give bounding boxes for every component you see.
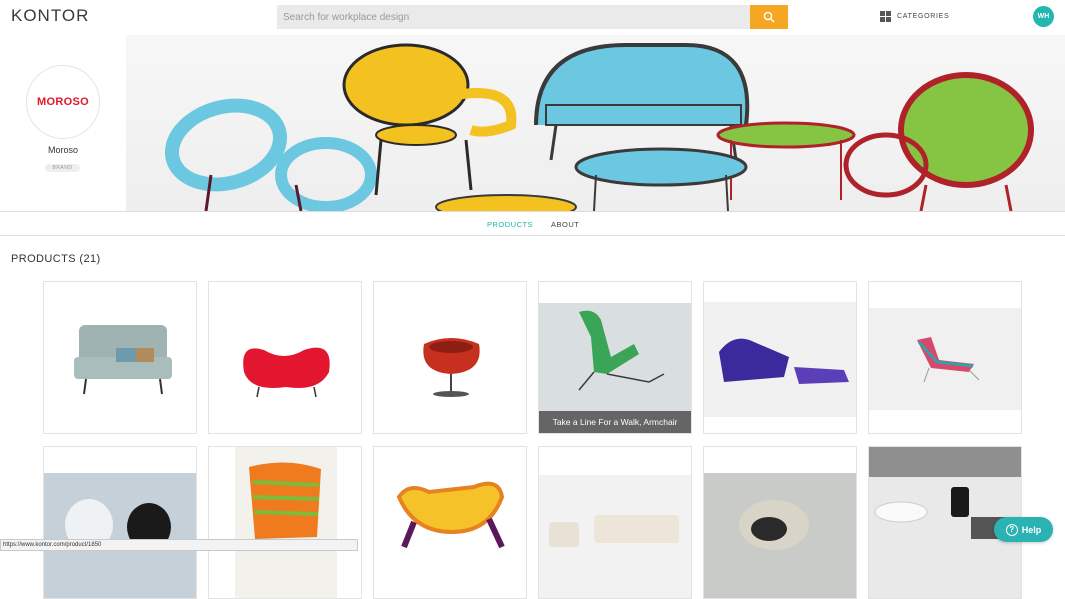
brand-logo-text: MOROSO [37, 96, 89, 108]
product-card[interactable] [703, 281, 857, 434]
product-image [423, 338, 480, 397]
tabs-bar: PRODUCTS ABOUT [0, 211, 1065, 236]
search-button[interactable] [750, 5, 788, 29]
top-bar: KONTOR CATEGORIES WH [0, 0, 1065, 35]
product-card[interactable] [868, 281, 1022, 434]
product-image [396, 481, 505, 549]
product-image [235, 447, 337, 598]
tab-about[interactable]: ABOUT [551, 220, 579, 229]
product-card-hovered[interactable]: Take a Line For a Walk, Armchair [538, 281, 692, 434]
help-icon: ? [1005, 523, 1018, 536]
product-card[interactable] [208, 446, 362, 599]
help-label: Help [1021, 524, 1042, 535]
brand-badge: BRAND [45, 164, 80, 172]
product-image [44, 473, 196, 598]
product-card[interactable] [208, 281, 362, 434]
brand-logo: MOROSO [26, 65, 100, 139]
product-card[interactable] [538, 446, 692, 599]
categories-menu[interactable]: CATEGORIES [880, 11, 949, 22]
product-card[interactable] [373, 446, 527, 599]
product-image [869, 308, 1021, 410]
product-card[interactable] [43, 446, 197, 599]
brand-name: Moroso [47, 145, 78, 155]
product-card[interactable] [43, 281, 197, 434]
grid-icon [880, 11, 891, 22]
product-caption: Take a Line For a Walk, Armchair [539, 411, 691, 433]
categories-label: CATEGORIES [897, 13, 950, 20]
product-image [243, 347, 330, 398]
tab-products[interactable]: PRODUCTS [487, 220, 533, 229]
search-input[interactable] [277, 5, 751, 29]
product-image [539, 475, 691, 598]
product-card[interactable] [703, 446, 857, 599]
brand-panel: MOROSO Moroso BRAND [0, 35, 126, 211]
user-avatar[interactable]: WH [1033, 6, 1054, 27]
products-heading: PRODUCTS (21) [11, 253, 101, 265]
product-image [704, 473, 856, 598]
search-icon [763, 11, 775, 23]
site-logo[interactable]: KONTOR [11, 6, 89, 26]
hero-banner-image [126, 35, 1065, 211]
product-image [704, 302, 856, 417]
status-bar-url: https://www.kontor.com/product/1850 [0, 539, 358, 551]
product-image [74, 325, 172, 395]
product-card[interactable] [373, 281, 527, 434]
help-button[interactable]: ? Help [994, 517, 1053, 542]
